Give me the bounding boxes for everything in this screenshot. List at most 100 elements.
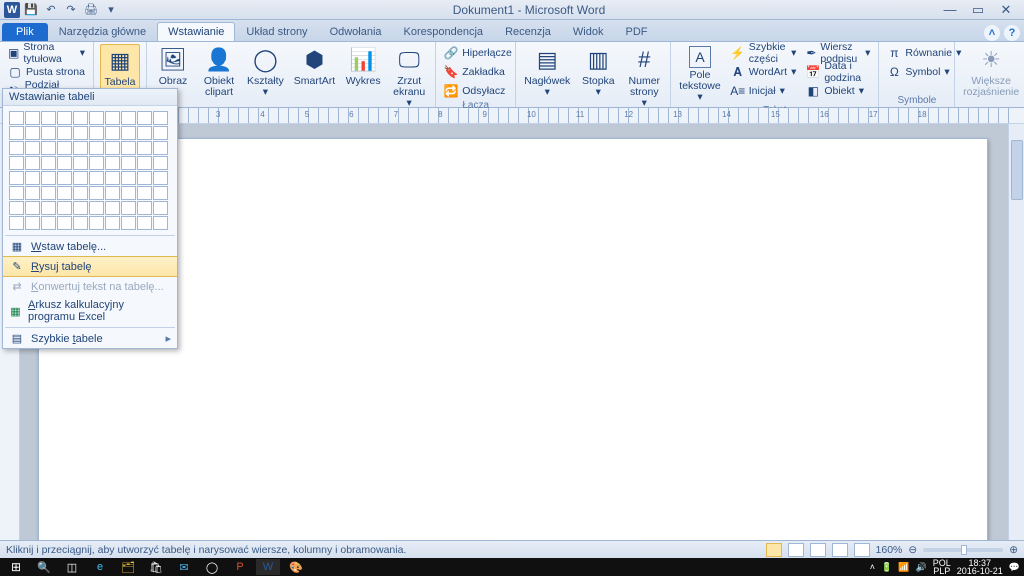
scrollbar-thumb[interactable] [1011, 140, 1023, 200]
grid-cell[interactable] [73, 171, 88, 185]
minimize-button[interactable]: — [938, 2, 962, 18]
grid-cell[interactable] [105, 141, 120, 155]
grid-cell[interactable] [153, 186, 168, 200]
grid-cell[interactable] [57, 171, 72, 185]
grid-cell[interactable] [73, 156, 88, 170]
grid-cell[interactable] [153, 216, 168, 230]
grid-cell[interactable] [41, 156, 56, 170]
edge-icon[interactable]: e [88, 559, 112, 575]
grid-cell[interactable] [73, 141, 88, 155]
text-a-1[interactable]: 𝐀WordArt ▾ [729, 63, 799, 81]
text-a-2[interactable]: A≡Inicjał ▾ [729, 82, 799, 100]
grid-cell[interactable] [121, 126, 136, 140]
view-print-layout[interactable] [766, 543, 782, 557]
battery-icon[interactable]: 🔋 [881, 562, 892, 573]
grid-cell[interactable] [41, 201, 56, 215]
tab-view[interactable]: Widok [562, 22, 615, 41]
table-size-grid[interactable] [3, 106, 177, 234]
grid-cell[interactable] [121, 156, 136, 170]
grid-cell[interactable] [121, 186, 136, 200]
grid-cell[interactable] [73, 126, 88, 140]
grid-cell[interactable] [41, 186, 56, 200]
grid-cell[interactable] [41, 126, 56, 140]
links-btn-2[interactable]: 🔁Odsyłacz [442, 82, 514, 100]
grid-cell[interactable] [137, 126, 152, 140]
task-view-icon[interactable]: ◫ [60, 559, 84, 575]
grid-cell[interactable] [105, 186, 120, 200]
grid-cell[interactable] [73, 186, 88, 200]
file-tab[interactable]: Plik [2, 23, 48, 41]
tab-review[interactable]: Recenzja [494, 22, 562, 41]
chrome-icon[interactable]: ◯ [200, 559, 224, 575]
document-page[interactable] [38, 138, 988, 540]
notifications-icon[interactable]: 💬 [1009, 562, 1020, 573]
cover-page-button[interactable]: ▣Strona tytułowa ▾ [6, 44, 87, 62]
grid-cell[interactable] [105, 216, 120, 230]
grid-cell[interactable] [41, 171, 56, 185]
grid-cell[interactable] [89, 141, 104, 155]
grid-cell[interactable] [89, 111, 104, 125]
qat-dropdown-icon[interactable]: ▾ [102, 2, 120, 18]
zoom-in-button[interactable]: ⊕ [1009, 544, 1018, 556]
view-full-screen[interactable] [788, 543, 804, 557]
grid-cell[interactable] [137, 186, 152, 200]
illus-btn-3[interactable]: ⬢SmartArt [292, 44, 337, 111]
grid-cell[interactable] [9, 201, 24, 215]
zoom-slider-knob[interactable] [961, 545, 967, 555]
grid-cell[interactable] [105, 171, 120, 185]
grid-cell[interactable] [121, 111, 136, 125]
maximize-button[interactable]: ▭ [966, 2, 990, 18]
close-button[interactable]: ✕ [994, 2, 1018, 18]
grid-cell[interactable] [9, 141, 24, 155]
more-brightness-button[interactable]: ☀Większe rozjaśnienie [961, 44, 1021, 100]
tab-references[interactable]: Odwołania [319, 22, 393, 41]
illus-btn-1[interactable]: 👤Obiekt clipart [199, 44, 239, 111]
grid-cell[interactable] [25, 111, 40, 125]
grid-cell[interactable] [153, 126, 168, 140]
grid-cell[interactable] [9, 111, 24, 125]
grid-cell[interactable] [41, 141, 56, 155]
tab-home[interactable]: Narzędzia główne [48, 22, 157, 41]
excel-spreadsheet-menuitem[interactable]: ▦Arkusz kalkulacyjny programu Excel [3, 296, 177, 326]
grid-cell[interactable] [73, 201, 88, 215]
view-draft[interactable] [854, 543, 870, 557]
grid-cell[interactable] [25, 126, 40, 140]
hf-btn-2[interactable]: #Numer strony ▾ [624, 44, 664, 111]
grid-cell[interactable] [73, 111, 88, 125]
grid-cell[interactable] [57, 201, 72, 215]
wifi-icon[interactable]: 📶 [898, 562, 909, 573]
illus-btn-4[interactable]: 📊Wykres [343, 44, 383, 111]
grid-cell[interactable] [105, 156, 120, 170]
grid-cell[interactable] [89, 216, 104, 230]
grid-cell[interactable] [121, 171, 136, 185]
grid-cell[interactable] [41, 111, 56, 125]
grid-cell[interactable] [25, 216, 40, 230]
language-indicator[interactable]: POLPLP [933, 559, 951, 575]
grid-cell[interactable] [105, 126, 120, 140]
grid-cell[interactable] [57, 156, 72, 170]
clock[interactable]: 18:372016-10-21 [957, 559, 1003, 575]
grid-cell[interactable] [153, 141, 168, 155]
grid-cell[interactable] [121, 141, 136, 155]
store-icon[interactable]: 🛍 [144, 559, 168, 575]
grid-cell[interactable] [153, 156, 168, 170]
print-icon[interactable]: 🖨 [82, 2, 100, 18]
links-btn-1[interactable]: 🔖Zakładka [442, 63, 514, 81]
grid-cell[interactable] [57, 111, 72, 125]
draw-table-menuitem[interactable]: ✎Rysuj tabelę [3, 256, 177, 277]
grid-cell[interactable] [9, 156, 24, 170]
zoom-value[interactable]: 160% [876, 544, 903, 556]
grid-cell[interactable] [57, 186, 72, 200]
grid-cell[interactable] [89, 171, 104, 185]
text-box-button[interactable]: A Pole tekstowe ▾ [677, 44, 722, 105]
powerpoint-icon[interactable]: P [228, 559, 252, 575]
grid-cell[interactable] [25, 171, 40, 185]
grid-cell[interactable] [73, 216, 88, 230]
grid-cell[interactable] [105, 201, 120, 215]
sym-btn-1[interactable]: ΩSymbol ▾ [885, 63, 963, 81]
grid-cell[interactable] [137, 156, 152, 170]
grid-cell[interactable] [137, 111, 152, 125]
grid-cell[interactable] [9, 171, 24, 185]
grid-cell[interactable] [137, 216, 152, 230]
search-icon[interactable]: 🔍 [32, 559, 56, 575]
